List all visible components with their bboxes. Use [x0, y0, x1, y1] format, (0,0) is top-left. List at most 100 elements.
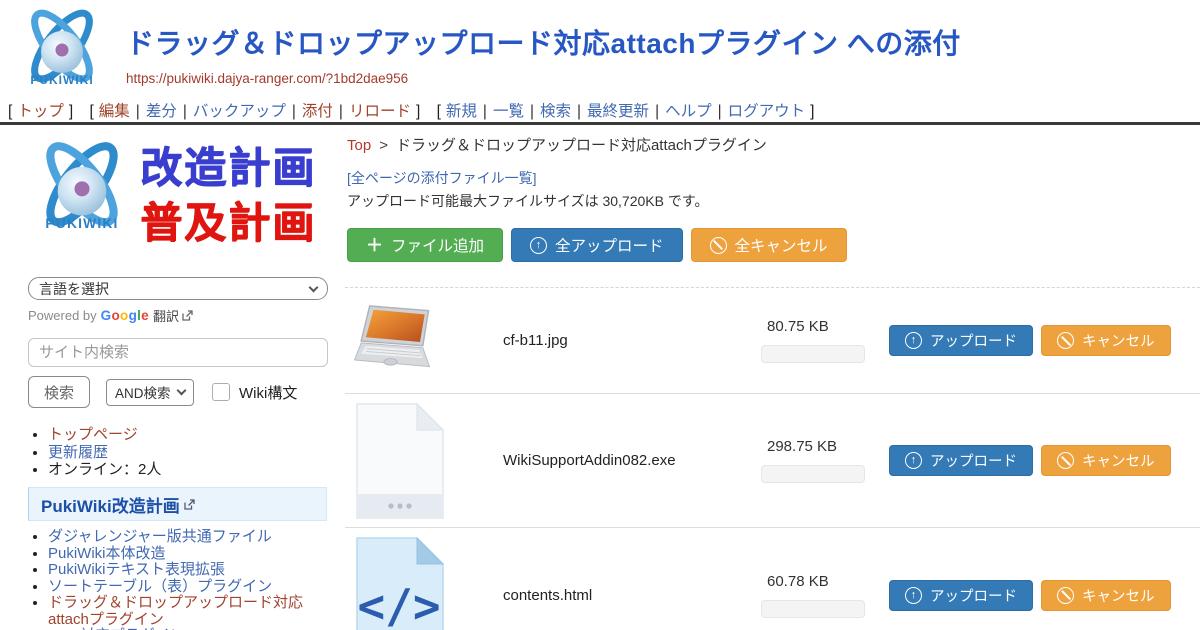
search-mode-select[interactable]: AND検索 — [106, 379, 194, 406]
sidebar-item-recent-changes[interactable]: 更新履歴 — [48, 444, 108, 461]
max-upload-size-text: アップロード可能最大ファイルサイズは 30,720KB です。 — [347, 191, 708, 211]
upload-progress-bar — [761, 465, 865, 483]
svg-text:</>: </> — [357, 579, 440, 630]
table-row: cf-b11.jpg 80.75 KB ↑ アップロード キャンセル — [345, 288, 1200, 394]
file-name: cf-b11.jpg — [503, 332, 753, 349]
upload-label: アップロード — [930, 330, 1017, 351]
separator: | — [339, 103, 343, 120]
nav-list[interactable]: 一覧 — [493, 103, 524, 120]
language-select[interactable]: 言語を選択 — [28, 277, 328, 300]
breadcrumb: Top>ドラッグ＆ドロップアップロード対応attachプラグイン — [347, 134, 767, 155]
header-text: ドラッグ＆ドロップアップロード対応attachプラグイン への添付 https:… — [126, 22, 961, 86]
sidebar-item-dnd-attach[interactable]: ドラッグ＆ドロップアップロード対応attachプラグイン — [48, 594, 303, 628]
site-search-input[interactable] — [28, 338, 328, 367]
breadcrumb-home[interactable]: Top — [347, 137, 371, 154]
laptop-thumbnail — [353, 304, 449, 378]
generic-file-icon — [353, 402, 447, 520]
html-file-icon: </> — [353, 536, 447, 630]
separator: | — [292, 103, 296, 120]
banner-slogan: 改造計画 普及計画 — [140, 140, 316, 250]
nav-logout[interactable]: ログアウト — [728, 103, 806, 120]
cancel-button[interactable]: キャンセル — [1041, 325, 1171, 356]
list-item: トップページ — [48, 426, 161, 444]
sidebar-item-sort-table[interactable]: ソートテーブル（表）プラグイン — [48, 578, 272, 595]
sidebar-banner-link[interactable]: PUKIWIKI 改造計画 普及計画 — [24, 138, 334, 258]
search-mode-value: AND検索 — [115, 382, 171, 402]
section-heading-box: PukiWiki改造計画 — [28, 487, 327, 521]
sidebar-item-top-page[interactable]: トップページ — [48, 426, 138, 443]
page-title: ドラッグ＆ドロップアップロード対応attachプラグイン への添付 — [126, 22, 961, 62]
nav-reload[interactable]: リロード — [349, 103, 411, 120]
quick-links-list: トップページ 更新履歴 オンライン：2人 — [32, 426, 161, 479]
bracket: ] — [69, 103, 73, 120]
upload-button[interactable]: ↑ アップロード — [889, 325, 1033, 356]
language-select-value: 言語を選択 — [39, 279, 109, 299]
cancel-label: キャンセル — [1082, 330, 1155, 351]
cancel-all-button[interactable]: 全キャンセル — [691, 228, 847, 262]
separator: | — [483, 103, 487, 120]
add-file-button[interactable]: ＋ ファイル追加 — [347, 228, 503, 262]
breadcrumb-current: ドラッグ＆ドロップアップロード対応attachプラグイン — [396, 137, 767, 154]
upload-icon: ↑ — [905, 587, 922, 604]
powered-by-label: Powered by — [28, 308, 97, 323]
nav-top[interactable]: トップ — [17, 103, 64, 120]
separator: | — [718, 103, 722, 120]
sidebar-item-text-extension[interactable]: PukiWikiテキスト表現拡張 — [48, 561, 225, 578]
nav-recent[interactable]: 最終更新 — [587, 103, 649, 120]
cancel-button[interactable]: キャンセル — [1041, 445, 1171, 476]
cancel-icon — [710, 237, 727, 254]
pukiwiki-logo[interactable]: PUKIWIKI — [12, 6, 112, 96]
bracket: ] — [810, 103, 814, 120]
nav-group-site: [新規|一覧|検索|最終更新|ヘルプ|ログアウト] — [437, 103, 815, 120]
file-thumbnail-cell: </> — [353, 536, 503, 630]
banner-line1: 改造計画 — [140, 140, 316, 195]
upload-all-label: 全アップロード — [555, 234, 664, 256]
separator: | — [183, 103, 187, 120]
cancel-button[interactable]: キャンセル — [1041, 580, 1171, 611]
cancel-label: キャンセル — [1082, 585, 1155, 606]
cancel-all-label: 全キャンセル — [735, 234, 828, 256]
plus-icon: ＋ — [366, 237, 383, 254]
file-name: contents.html — [503, 587, 753, 604]
nav-attach[interactable]: 添付 — [302, 103, 333, 120]
separator: | — [530, 103, 534, 120]
nav-help[interactable]: ヘルプ — [665, 103, 712, 120]
file-thumbnail-cell — [353, 304, 503, 378]
nav-edit[interactable]: 編集 — [99, 103, 130, 120]
wiki-syntax-label: Wiki構文 — [239, 382, 297, 403]
add-file-label: ファイル追加 — [391, 234, 484, 256]
list-item: 更新履歴 — [48, 444, 161, 462]
google-logo: Google — [101, 308, 149, 323]
row-actions: ↑ アップロード キャンセル — [889, 325, 1171, 356]
logo-wordmark: PUKIWIKI — [30, 73, 93, 87]
upload-progress-bar — [761, 600, 865, 618]
nav-search[interactable]: 検索 — [540, 103, 571, 120]
section-heading-link[interactable]: PukiWiki改造計画 — [41, 492, 195, 517]
nav-diff[interactable]: 差分 — [146, 103, 177, 120]
sidebar-item-core-mods[interactable]: PukiWiki本体改造 — [48, 545, 166, 562]
nav-backup[interactable]: バックアップ — [193, 103, 286, 120]
file-size-cell: 60.78 KB — [753, 573, 873, 618]
search-button[interactable]: 検索 — [28, 376, 90, 408]
online-count: オンライン：2人 — [48, 461, 161, 478]
page-url-link[interactable]: https://pukiwiki.dajya-ranger.com/?1bd2d… — [126, 71, 961, 86]
bracket: [ — [8, 103, 12, 120]
sidebar-item-common-files[interactable]: ダジャレンジャー版共通ファイル — [48, 528, 272, 545]
list-item: ドラッグ＆ドロップアップロード対応attachプラグイン — [48, 595, 332, 628]
translate-label: 翻訳 — [153, 306, 179, 325]
wiki-syntax-checkbox[interactable] — [212, 383, 230, 401]
nav-new[interactable]: 新規 — [446, 103, 477, 120]
translate-link[interactable]: 翻訳 — [153, 306, 193, 325]
external-link-icon — [184, 499, 195, 510]
pukiwiki-page: PUKIWIKI ドラッグ＆ドロップアップロード対応attachプラグイン への… — [0, 0, 1200, 630]
table-row: </> contents.html 60.78 KB ↑ アップロード キャンセ… — [345, 528, 1200, 630]
upload-button[interactable]: ↑ アップロード — [889, 445, 1033, 476]
all-attachments-link[interactable]: [全ページの添付ファイル一覧] — [347, 168, 537, 188]
upload-button[interactable]: ↑ アップロード — [889, 580, 1033, 611]
section-heading-label: PukiWiki改造計画 — [41, 492, 180, 517]
upload-icon: ↑ — [905, 332, 922, 349]
upload-all-button[interactable]: ↑ 全アップロード — [511, 228, 683, 262]
upload-icon: ↑ — [530, 237, 547, 254]
list-item: PukiWiki本体改造 — [48, 546, 332, 563]
cancel-icon — [1057, 452, 1074, 469]
